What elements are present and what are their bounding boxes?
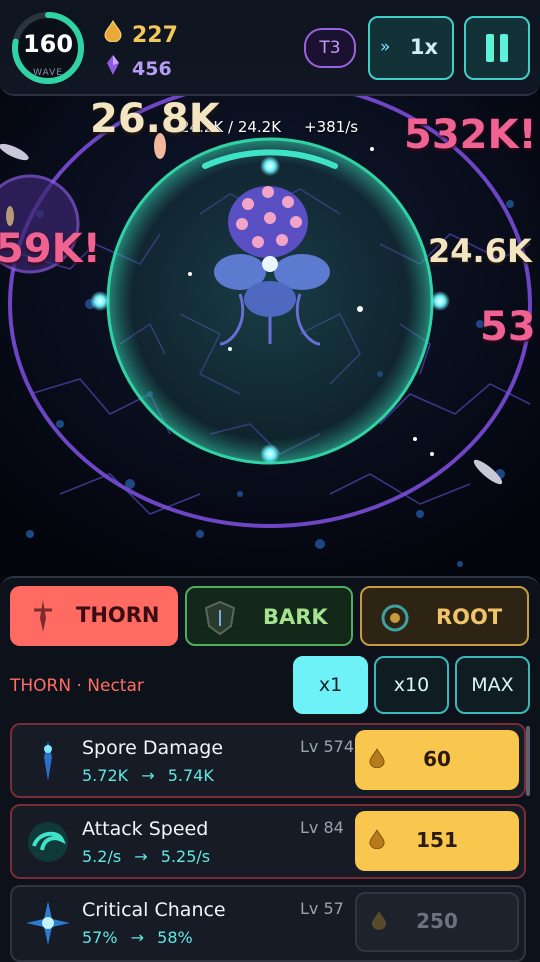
- upgrade-current-value: 57%: [82, 928, 118, 947]
- gem-crystal-icon: [104, 55, 122, 80]
- top-hud: 160 WAVE 227 456 T3 » 1x: [0, 0, 540, 96]
- upgrade-cost: 250: [416, 909, 458, 933]
- upgrade-current-value: 5.72K: [82, 766, 129, 785]
- upgrade-level: Lv 574: [300, 737, 355, 756]
- upgrade-level: Lv 84: [300, 818, 344, 837]
- upgrade-row-spore-damage: Spore Damage Lv 574 5.72K → 5.74K 60: [10, 723, 526, 798]
- tab-bark-label: BARK: [263, 605, 328, 629]
- upgrade-cost: 60: [423, 747, 451, 771]
- arrow-right-icon: →: [130, 928, 145, 947]
- upgrade-row-attack-speed: Attack Speed Lv 84 5.2/s → 5.25/s 151: [10, 804, 526, 879]
- nectar-counter: 227: [104, 19, 178, 48]
- swirl-speed-icon: [28, 822, 68, 862]
- pause-icon-bar: [500, 34, 508, 62]
- tab-thorn[interactable]: THORN: [10, 586, 178, 646]
- fast-forward-icon: »: [380, 37, 391, 57]
- upgrade-current-value: 5.2/s: [82, 847, 122, 866]
- upgrade-next-value: 5.74K: [167, 766, 214, 785]
- gem-amount: 456: [132, 58, 172, 80]
- root-tendril-icon: [381, 604, 409, 632]
- game-speed-button[interactable]: » 1x: [368, 16, 454, 80]
- crit-damage-number: 53: [480, 304, 536, 350]
- game-speed-value: 1x: [409, 35, 438, 59]
- pause-icon: [486, 34, 494, 62]
- buy-upgrade-button[interactable]: 151: [355, 811, 519, 871]
- upgrade-name: Spore Damage: [82, 737, 224, 759]
- crit-damage-number: 59K!: [0, 226, 101, 272]
- tab-root-label: ROOT: [436, 605, 503, 629]
- damage-number: 24.6K: [428, 232, 532, 270]
- nectar-amount: 227: [132, 23, 178, 48]
- tab-root[interactable]: ROOT: [360, 586, 529, 646]
- crit-star-icon: [26, 901, 70, 945]
- multiplier-max-button[interactable]: MAX: [455, 656, 530, 714]
- arena-scene: [0, 94, 540, 576]
- arrow-right-icon: →: [134, 847, 148, 866]
- thorn-sword-icon: [34, 600, 52, 632]
- nectar-drop-icon: [104, 19, 122, 48]
- base-regen-text: +381/s: [304, 118, 359, 136]
- buy-upgrade-button-disabled[interactable]: 250: [355, 892, 519, 952]
- spore-dagger-icon: [44, 741, 52, 781]
- upgrade-level: Lv 57: [300, 899, 344, 918]
- arrow-right-icon: →: [141, 766, 155, 785]
- upgrade-cost: 151: [416, 828, 458, 852]
- upgrade-values: 5.72K → 5.74K: [82, 766, 214, 785]
- damage-number: 26.8K: [90, 96, 220, 142]
- tier-button[interactable]: T3: [304, 28, 356, 68]
- upgrade-values: 57% → 58%: [82, 928, 193, 947]
- section-label: THORN · Nectar: [10, 676, 144, 696]
- upgrade-name: Critical Chance: [82, 899, 226, 921]
- upgrade-next-value: 5.25/s: [160, 847, 211, 866]
- gem-counter: 456: [104, 55, 172, 80]
- crit-damage-number: 532K!: [404, 112, 537, 158]
- pause-button[interactable]: [464, 16, 530, 80]
- upgrade-values: 5.2/s → 5.25/s: [82, 847, 210, 866]
- tab-bark[interactable]: BARK: [185, 586, 353, 646]
- multiplier-x10-button[interactable]: x10: [374, 656, 449, 714]
- wave-label: WAVE: [33, 68, 63, 78]
- upgrade-next-value: 58%: [157, 928, 193, 947]
- upgrade-list-scrollbar[interactable]: [526, 726, 530, 796]
- tab-thorn-label: THORN: [76, 603, 160, 627]
- multiplier-x1-button[interactable]: x1: [293, 656, 368, 714]
- upgrade-row-critical-chance: Critical Chance Lv 57 57% → 58% 250: [10, 885, 526, 962]
- upgrade-panel: THORN BARK ROOT THORN · Nectar x1 x10 MA…: [0, 576, 540, 962]
- battle-arena[interactable]: 24.2K / 24.2K +381/s 26.8K 532K! 59K! 24…: [0, 94, 540, 576]
- upgrade-name: Attack Speed: [82, 818, 209, 840]
- wave-number: 160: [22, 30, 74, 58]
- bark-shield-icon: [204, 600, 236, 636]
- buy-upgrade-button[interactable]: 60: [355, 730, 519, 790]
